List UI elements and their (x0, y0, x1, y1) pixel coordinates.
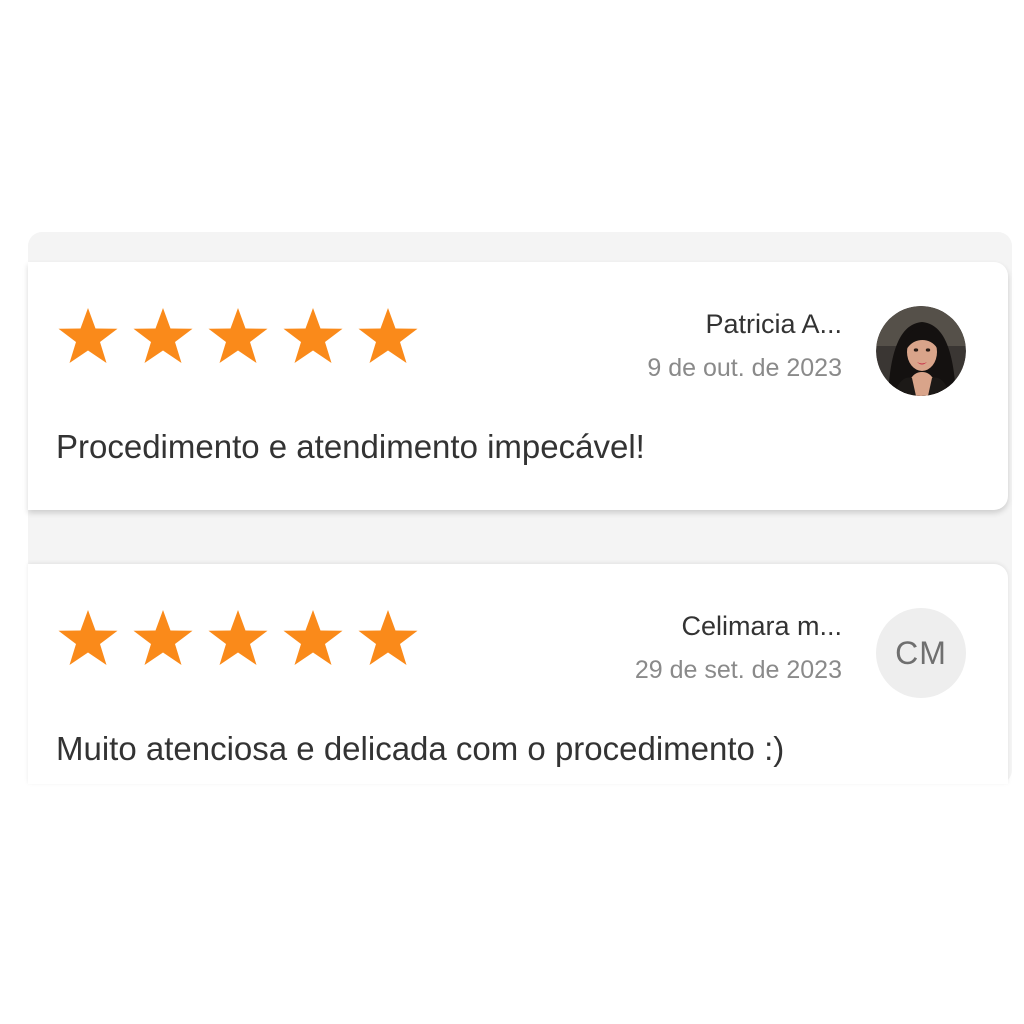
star-icon (206, 306, 270, 366)
reviewer-name[interactable]: Patricia A... (647, 306, 842, 342)
star-icon (56, 608, 120, 668)
star-rating (56, 306, 420, 366)
star-icon (356, 608, 420, 668)
avatar[interactable] (876, 306, 966, 396)
review-text: Procedimento e atendimento impecável! (56, 428, 645, 465)
reviewer-info: Celimara m... 29 de set. de 2023 (635, 608, 842, 686)
review-date: 29 de set. de 2023 (634, 656, 842, 684)
star-icon (281, 306, 345, 366)
star-icon (356, 306, 420, 366)
star-icon (131, 306, 195, 366)
review-card[interactable]: Patricia A... 9 de out. de 2023 Procedim… (28, 262, 1008, 510)
star-icon (131, 608, 195, 668)
star-rating (56, 608, 420, 668)
avatar-initials[interactable]: CM (876, 608, 966, 698)
avatar-photo-icon (876, 306, 966, 396)
reviewer-name[interactable]: Celimara m... (635, 608, 842, 644)
star-icon (206, 608, 270, 668)
review-card[interactable]: Celimara m... 29 de set. de 2023 CM Muit… (28, 564, 1008, 784)
star-icon (56, 306, 120, 366)
review-date: 9 de out. de 2023 (647, 354, 842, 382)
review-text: Muito atenciosa e delicada com o procedi… (56, 730, 785, 767)
star-icon (281, 608, 345, 668)
reviews-screen: Patricia A... 9 de out. de 2023 Procedim… (0, 0, 1024, 1024)
reviewer-info: Patricia A... 9 de out. de 2023 (647, 306, 842, 384)
